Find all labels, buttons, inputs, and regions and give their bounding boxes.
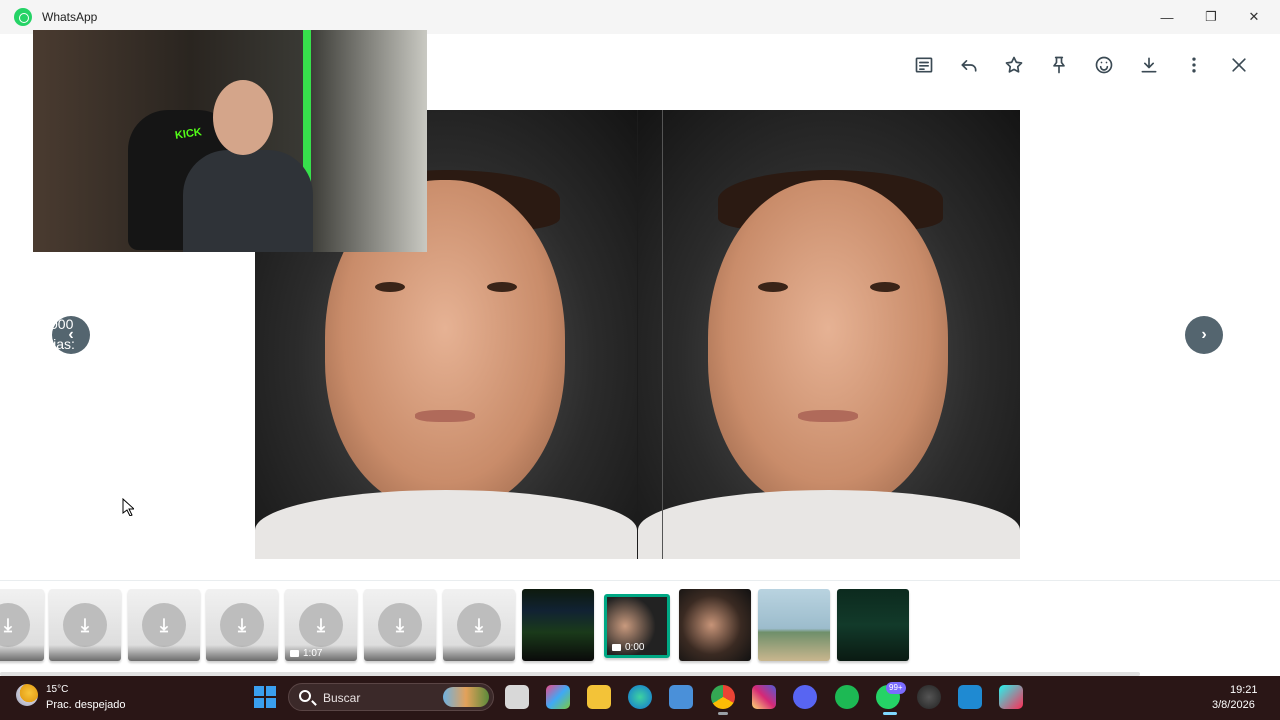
clock-time[interactable]: 19:21 [1230, 684, 1258, 696]
search-placeholder: Buscar [323, 691, 361, 705]
media-thumb[interactable]: ⤓ [364, 589, 436, 661]
media-thumb[interactable]: ⤓ [128, 589, 200, 661]
next-media-button[interactable]: › [1185, 316, 1223, 354]
reply-icon[interactable] [954, 50, 984, 80]
video-duration: 0:00 [625, 642, 645, 653]
task-view-icon[interactable] [505, 685, 529, 709]
media-thumb[interactable]: ⤓ [0, 589, 44, 661]
star-icon[interactable] [999, 50, 1029, 80]
window-title: WhatsApp [42, 10, 98, 24]
media-thumb-image[interactable] [837, 589, 909, 661]
tiktok-icon[interactable] [999, 685, 1023, 709]
download-icon: ⤓ [220, 603, 264, 647]
chrome-icon[interactable] [711, 685, 735, 709]
clock-date[interactable]: 3/8/2026 [1212, 699, 1255, 711]
weather-description[interactable]: Prac. despejado [46, 699, 126, 711]
video-camera-icon [612, 644, 621, 651]
weather-icon[interactable] [16, 684, 38, 706]
download-icon[interactable] [1134, 50, 1164, 80]
more-options-icon[interactable] [1179, 50, 1209, 80]
title-bar: WhatsApp — ❐ ✕ [0, 0, 1280, 34]
taskbar-search[interactable]: Buscar [288, 683, 494, 711]
media-thumb-image[interactable] [679, 589, 751, 661]
photo-divider [662, 110, 663, 559]
download-icon: ⤓ [457, 603, 501, 647]
media-thumb[interactable]: ⤓ [443, 589, 515, 661]
instagram-icon[interactable] [752, 685, 776, 709]
whatsapp-unread-badge: 99+ [886, 682, 906, 694]
search-icon [299, 690, 311, 702]
mouse-cursor-icon [122, 498, 134, 516]
media-thumb-image[interactable] [758, 589, 830, 661]
webcam-overlay: KICK [33, 30, 427, 252]
video-camera-icon [290, 650, 299, 657]
download-icon: ⤓ [142, 603, 186, 647]
start-button[interactable] [254, 686, 276, 708]
edge-icon[interactable] [628, 685, 652, 709]
download-icon: ⤓ [299, 603, 343, 647]
whatsapp-logo-icon [14, 8, 32, 26]
vscode-icon[interactable] [958, 685, 982, 709]
obs-icon[interactable] [917, 685, 941, 709]
pin-icon[interactable] [1044, 50, 1074, 80]
search-highlight-image [443, 687, 489, 707]
face-photo-right [638, 110, 1020, 559]
media-thumb-selected[interactable]: 0:00 [604, 594, 670, 658]
close-viewer-icon[interactable] [1224, 50, 1254, 80]
close-window-button[interactable]: ✕ [1231, 0, 1277, 34]
media-thumb-image[interactable] [522, 589, 594, 661]
microsoft-store-icon[interactable] [669, 685, 693, 709]
streamer [183, 80, 313, 252]
file-explorer-icon[interactable] [587, 685, 611, 709]
spotify-icon[interactable] [835, 685, 859, 709]
restore-button[interactable]: ❐ [1188, 0, 1234, 34]
chevron-right-icon: › [1201, 326, 1207, 343]
microsoft-365-icon[interactable] [546, 685, 570, 709]
media-thumb[interactable]: ⤓ [49, 589, 121, 661]
prev-overlay-text: 000 lias: [50, 316, 75, 352]
weather-temperature[interactable]: 15°C [46, 684, 68, 695]
strip-separator [0, 580, 1280, 581]
discord-icon[interactable] [793, 685, 817, 709]
download-icon: ⤓ [378, 603, 422, 647]
minimize-button[interactable]: — [1144, 0, 1190, 34]
media-thumb-video[interactable]: ⤓ 1:07 [285, 589, 357, 661]
download-icon: ⤓ [63, 603, 107, 647]
video-duration: 1:07 [303, 648, 323, 659]
download-icon: ⤓ [0, 603, 30, 647]
media-thumb[interactable]: ⤓ [206, 589, 278, 661]
message-icon[interactable] [909, 50, 939, 80]
previous-media-button[interactable]: 000 lias: ‹ [50, 316, 90, 354]
emoji-icon[interactable] [1089, 50, 1119, 80]
